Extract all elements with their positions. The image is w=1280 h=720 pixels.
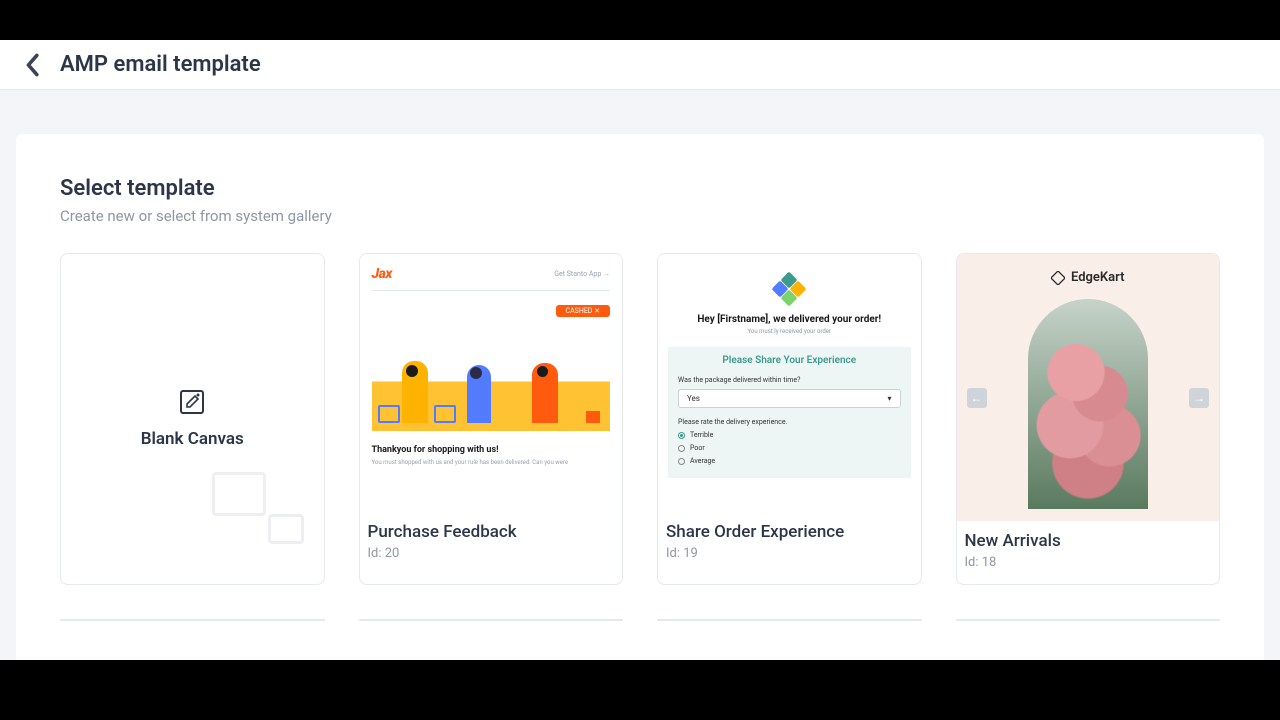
preview-select: Yes▾ (678, 389, 901, 408)
template-id: Id: 19 (666, 546, 913, 561)
section-subtitle: Create new or select from system gallery (60, 207, 1220, 225)
template-id: Id: 20 (368, 546, 615, 561)
chevron-left-icon (24, 53, 40, 77)
spark-icon (774, 274, 804, 304)
card-meta: New Arrivals Id: 18 (957, 521, 1220, 584)
app-frame: AMP email template Select template Creat… (0, 40, 1280, 660)
content-panel: Select template Create new or select fro… (16, 134, 1264, 660)
template-card-partial[interactable] (956, 619, 1221, 621)
card-meta: Share Order Experience Id: 19 (658, 512, 921, 575)
preview-brand-logo: Jax (372, 266, 392, 282)
preview-question-1: Was the package delivered within time? (678, 376, 901, 384)
card-meta: Purchase Feedback Id: 20 (360, 512, 623, 575)
template-thumbnail: Jax Get Stanto App → CASHED ✕ Thankyou f… (360, 254, 623, 512)
template-grid: Blank Canvas Jax Get Stanto App → CASHED… (60, 253, 1220, 621)
header-bar: AMP email template (0, 40, 1280, 90)
letterbox-bottom (0, 660, 1280, 720)
template-thumbnail: EdgeKart ← → (957, 254, 1220, 521)
template-card-new-arrivals[interactable]: EdgeKart ← → New Arrivals Id: 18 (956, 253, 1221, 585)
template-card-purchase-feedback[interactable]: Jax Get Stanto App → CASHED ✕ Thankyou f… (359, 253, 624, 585)
preview-radio-option: Terrible (678, 431, 901, 439)
diamond-icon (1051, 271, 1065, 285)
preview-heading: Thankyou for shopping with us! (372, 445, 611, 455)
template-id: Id: 18 (965, 555, 1212, 570)
template-title: Purchase Feedback (368, 522, 615, 542)
section-title: Select template (60, 176, 1220, 201)
preview-panel-title: Please Share Your Experience (678, 355, 901, 366)
carousel-prev-icon: ← (967, 388, 987, 408)
preview-subtext: You must shopped with us and your rule h… (372, 459, 611, 466)
preview-badge: CASHED ✕ (556, 305, 610, 317)
template-card-share-order[interactable]: Hey [Firstname], we delivered your order… (657, 253, 922, 585)
template-thumbnail: Hey [Firstname], we delivered your order… (658, 254, 921, 512)
preview-question-2: Please rate the delivery experience. (678, 418, 901, 426)
preview-cta: Get Stanto App → (554, 270, 610, 278)
letterbox-top (0, 0, 1280, 40)
template-card-partial[interactable] (359, 619, 624, 621)
preview-subheading: You must ly received your order (668, 328, 911, 335)
template-title: New Arrivals (965, 531, 1212, 551)
page-title: AMP email template (60, 52, 261, 77)
preview-radio-option: Average (678, 457, 901, 465)
back-button[interactable] (18, 51, 46, 79)
carousel-next-icon: → (1189, 388, 1209, 408)
template-card-blank[interactable]: Blank Canvas (60, 253, 325, 585)
pencil-square-icon (179, 389, 205, 415)
template-card-partial[interactable] (657, 619, 922, 621)
preview-radio-option: Poor (678, 444, 901, 452)
preview-image-arch (1028, 299, 1148, 509)
template-card-partial[interactable]: High Country Club (60, 619, 325, 621)
blank-canvas-label: Blank Canvas (141, 429, 244, 449)
template-title: Share Order Experience (666, 522, 913, 542)
preview-brand: EdgeKart (957, 270, 1220, 285)
preview-heading: Hey [Firstname], we delivered your order… (668, 314, 911, 325)
